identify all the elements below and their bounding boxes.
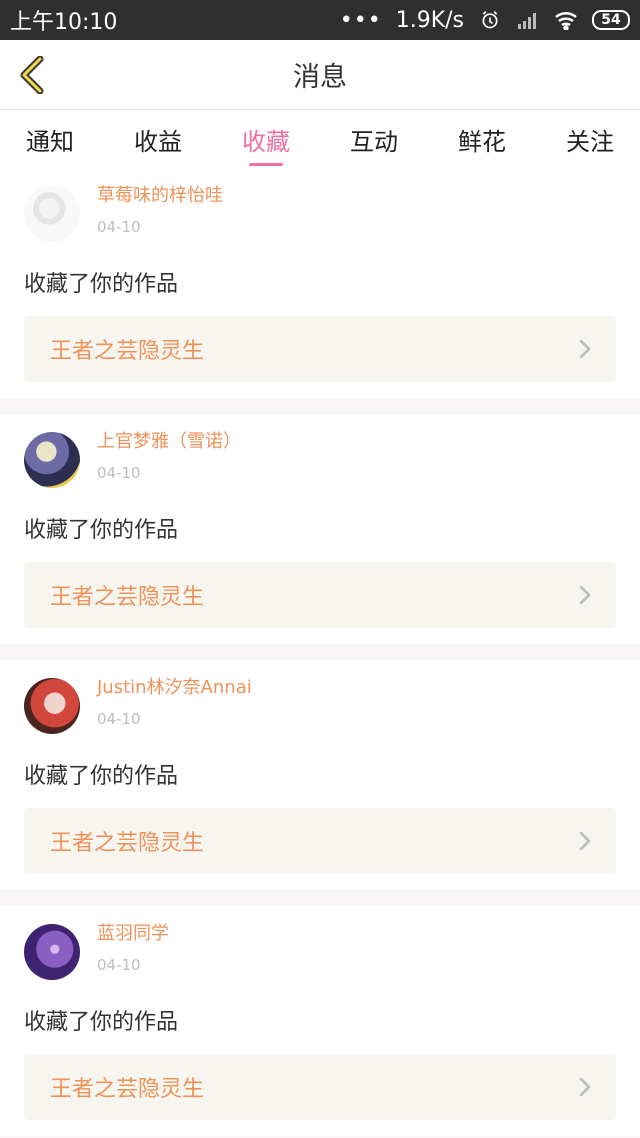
message-header: Justin林汐奈Annai 04-10 [24, 678, 616, 734]
tab-following[interactable]: 关注 [558, 110, 622, 168]
tab-favorites[interactable]: 收藏 [234, 110, 298, 168]
avatar[interactable] [24, 678, 80, 734]
message-header: 草莓味的梓怡哇 04-10 [24, 186, 616, 242]
status-time: 上午10:10 [10, 10, 118, 35]
username[interactable]: 上官梦雅（雪诺） [97, 432, 241, 452]
message-card: 上官梦雅（雪诺） 04-10 收藏了你的作品 王者之芸隐灵生 [0, 414, 640, 644]
username[interactable]: Justin林汐奈Annai [97, 678, 252, 698]
tab-notifications[interactable]: 通知 [18, 110, 82, 168]
avatar[interactable] [24, 924, 80, 980]
work-title: 王者之芸隐灵生 [50, 1077, 205, 1102]
status-bar: 上午10:10 ••• 1.9K/s 54 [0, 0, 640, 40]
battery-indicator: 54 [592, 10, 630, 30]
message-text: 收藏了你的作品 [24, 272, 179, 297]
message-text: 收藏了你的作品 [24, 1010, 179, 1035]
work-link[interactable]: 王者之芸隐灵生 [24, 562, 616, 628]
avatar[interactable] [24, 432, 80, 488]
message-list: 草莓味的梓怡哇 04-10 收藏了你的作品 王者之芸隐灵生 上官梦雅（雪诺） 0… [0, 168, 640, 1136]
user-meta: 上官梦雅（雪诺） 04-10 [97, 432, 241, 483]
work-title: 王者之芸隐灵生 [50, 339, 205, 364]
message-header: 蓝羽同学 04-10 [24, 924, 616, 980]
message-text: 收藏了你的作品 [24, 518, 179, 543]
work-link[interactable]: 王者之芸隐灵生 [24, 316, 616, 382]
user-meta: Justin林汐奈Annai 04-10 [97, 678, 252, 729]
chevron-right-icon [579, 585, 591, 605]
tab-earnings[interactable]: 收益 [126, 110, 190, 168]
chevron-right-icon [579, 339, 591, 359]
message-date: 04-10 [97, 464, 141, 482]
work-title: 王者之芸隐灵生 [50, 831, 205, 856]
chevron-right-icon [579, 1077, 591, 1097]
username[interactable]: 草莓味的梓怡哇 [97, 186, 223, 206]
work-title: 王者之芸隐灵生 [50, 585, 205, 610]
more-dots-icon: ••• [339, 7, 382, 33]
message-date: 04-10 [97, 218, 141, 236]
status-icons: ••• 1.9K/s 54 [340, 8, 630, 33]
wifi-icon [555, 12, 577, 30]
tab-flowers[interactable]: 鲜花 [450, 110, 514, 168]
message-card: 草莓味的梓怡哇 04-10 收藏了你的作品 王者之芸隐灵生 [0, 168, 640, 398]
avatar[interactable] [24, 186, 80, 242]
work-link[interactable]: 王者之芸隐灵生 [24, 808, 616, 874]
tab-bar: 通知 收益 收藏 互动 鲜花 关注 [0, 110, 640, 168]
message-date: 04-10 [97, 710, 141, 728]
page-title: 消息 [293, 62, 347, 93]
message-header: 上官梦雅（雪诺） 04-10 [24, 432, 616, 488]
username[interactable]: 蓝羽同学 [97, 924, 169, 944]
work-link[interactable]: 王者之芸隐灵生 [24, 1054, 616, 1120]
alarm-icon [482, 11, 498, 29]
message-date: 04-10 [97, 956, 141, 974]
message-text: 收藏了你的作品 [24, 764, 179, 789]
message-card: Justin林汐奈Annai 04-10 收藏了你的作品 王者之芸隐灵生 [0, 660, 640, 890]
network-speed: 1.9K/s [395, 7, 464, 33]
back-chevron-icon[interactable] [16, 56, 50, 94]
message-card: 蓝羽同学 04-10 收藏了你的作品 王者之芸隐灵生 [0, 906, 640, 1136]
tab-interactions[interactable]: 互动 [342, 110, 406, 168]
signal-icon [518, 13, 536, 29]
page-header: 消息 [0, 40, 640, 110]
user-meta: 草莓味的梓怡哇 04-10 [97, 186, 223, 237]
chevron-right-icon [579, 831, 591, 851]
user-meta: 蓝羽同学 04-10 [97, 924, 169, 975]
